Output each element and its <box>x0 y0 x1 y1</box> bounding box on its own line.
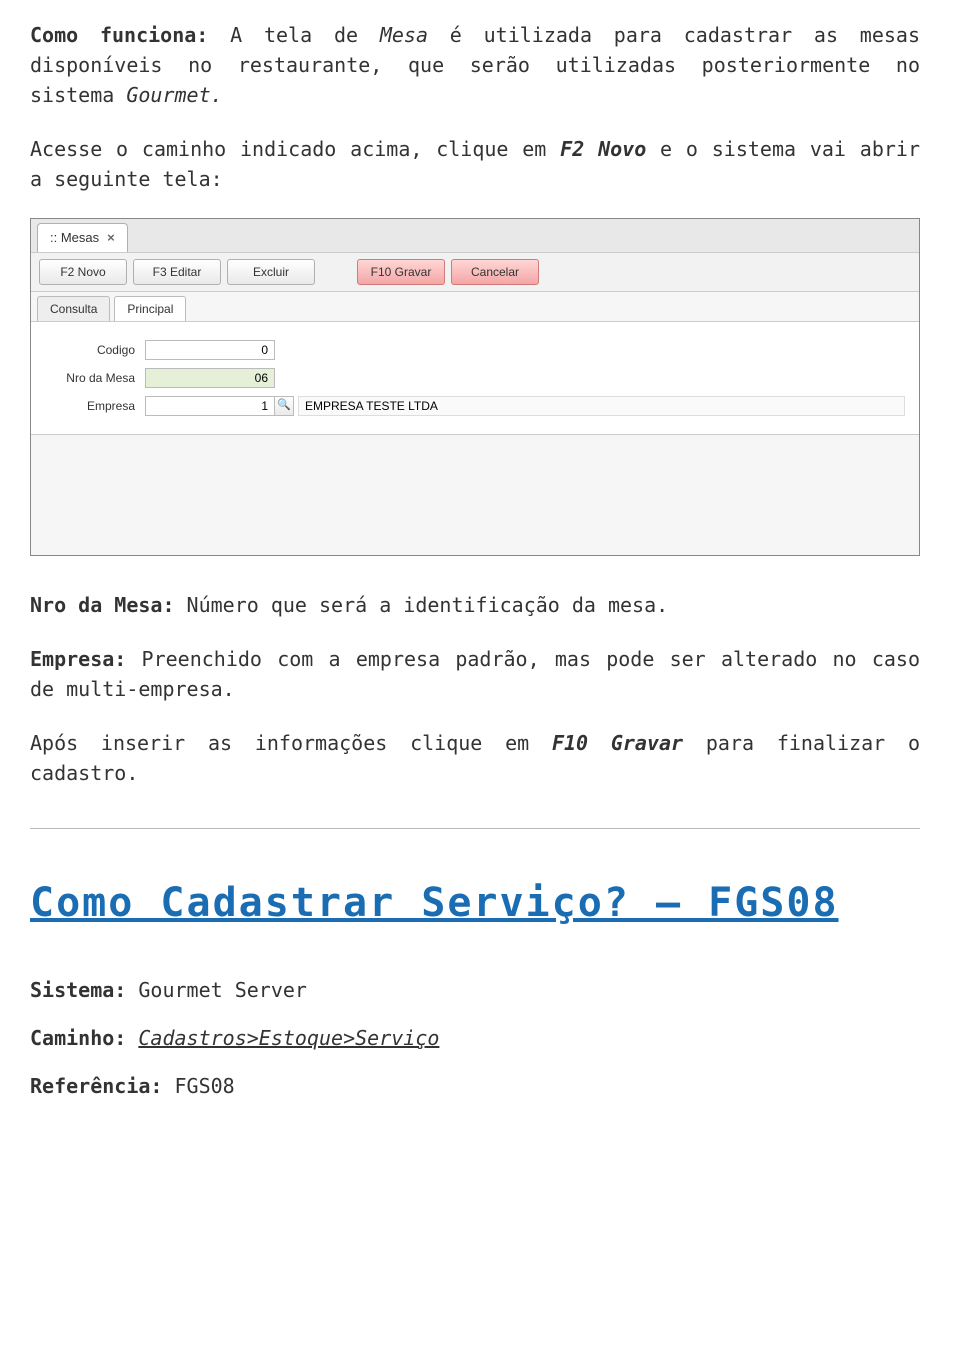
referencia-line: Referência: FGS08 <box>30 1071 920 1101</box>
intro-label: Como funciona: <box>30 23 208 47</box>
caminho-value: Cadastros>Estoque>Serviço <box>138 1026 439 1050</box>
section-divider <box>30 828 920 829</box>
afterinsert-em-f10: F10 Gravar <box>552 731 683 755</box>
codigo-label: Codigo <box>45 341 145 359</box>
tab-consulta[interactable]: Consulta <box>37 296 110 321</box>
row-empresa: Empresa 🔍 <box>45 396 905 416</box>
subtabs: Consulta Principal <box>31 292 919 322</box>
close-icon[interactable]: × <box>107 228 115 248</box>
intro-em-mesa: Mesa <box>380 23 428 47</box>
excluir-button[interactable]: Excluir <box>227 259 315 285</box>
caminho-label: Caminho: <box>30 1026 126 1050</box>
page-title[interactable]: Como Cadastrar Serviço? – FGS08 <box>30 879 920 927</box>
empresa-name-display <box>298 396 905 416</box>
referencia-label: Referência: <box>30 1074 162 1098</box>
nromesa-input[interactable] <box>145 368 275 388</box>
empresa-paragraph: Empresa: Preenchido com a empresa padrão… <box>30 644 920 704</box>
access-em-f2novo: F2 Novo <box>560 137 646 161</box>
nro-label-text: Nro da Mesa: <box>30 593 175 617</box>
toolbar: F2 Novo F3 Editar Excluir F10 Gravar Can… <box>31 253 919 292</box>
afterinsert-paragraph: Após inserir as informações clique em F1… <box>30 728 920 788</box>
tab-principal[interactable]: Principal <box>114 296 186 321</box>
nromesa-label: Nro da Mesa <box>45 369 145 387</box>
mesas-window: :: Mesas × F2 Novo F3 Editar Excluir F10… <box>30 218 920 556</box>
gravar-button[interactable]: F10 Gravar <box>357 259 445 285</box>
window-tab-title: :: Mesas <box>50 228 99 248</box>
intro-paragraph: Como funciona: A tela de Mesa é utilizad… <box>30 20 920 110</box>
sistema-line: Sistema: Gourmet Server <box>30 975 920 1005</box>
search-icon[interactable]: 🔍 <box>274 396 294 416</box>
caminho-line: Caminho: Cadastros>Estoque>Serviço <box>30 1023 920 1053</box>
editar-button[interactable]: F3 Editar <box>133 259 221 285</box>
empresa-label: Empresa <box>45 397 145 415</box>
intro-em-gourmet: Gourmet. <box>126 83 222 107</box>
window-tab-mesas[interactable]: :: Mesas × <box>37 223 128 252</box>
row-nromesa: Nro da Mesa <box>45 368 905 388</box>
codigo-input[interactable] <box>145 340 275 360</box>
row-codigo: Codigo <box>45 340 905 360</box>
form-area: Codigo Nro da Mesa Empresa 🔍 <box>31 322 919 435</box>
empresa-label-text: Empresa: <box>30 647 126 671</box>
sistema-label: Sistema: <box>30 978 126 1002</box>
nro-paragraph: Nro da Mesa: Número que será a identific… <box>30 590 920 620</box>
window-tabbar: :: Mesas × <box>31 219 919 253</box>
novo-button[interactable]: F2 Novo <box>39 259 127 285</box>
access-paragraph: Acesse o caminho indicado acima, clique … <box>30 134 920 194</box>
empresa-input[interactable] <box>145 396 275 416</box>
cancelar-button[interactable]: Cancelar <box>451 259 539 285</box>
